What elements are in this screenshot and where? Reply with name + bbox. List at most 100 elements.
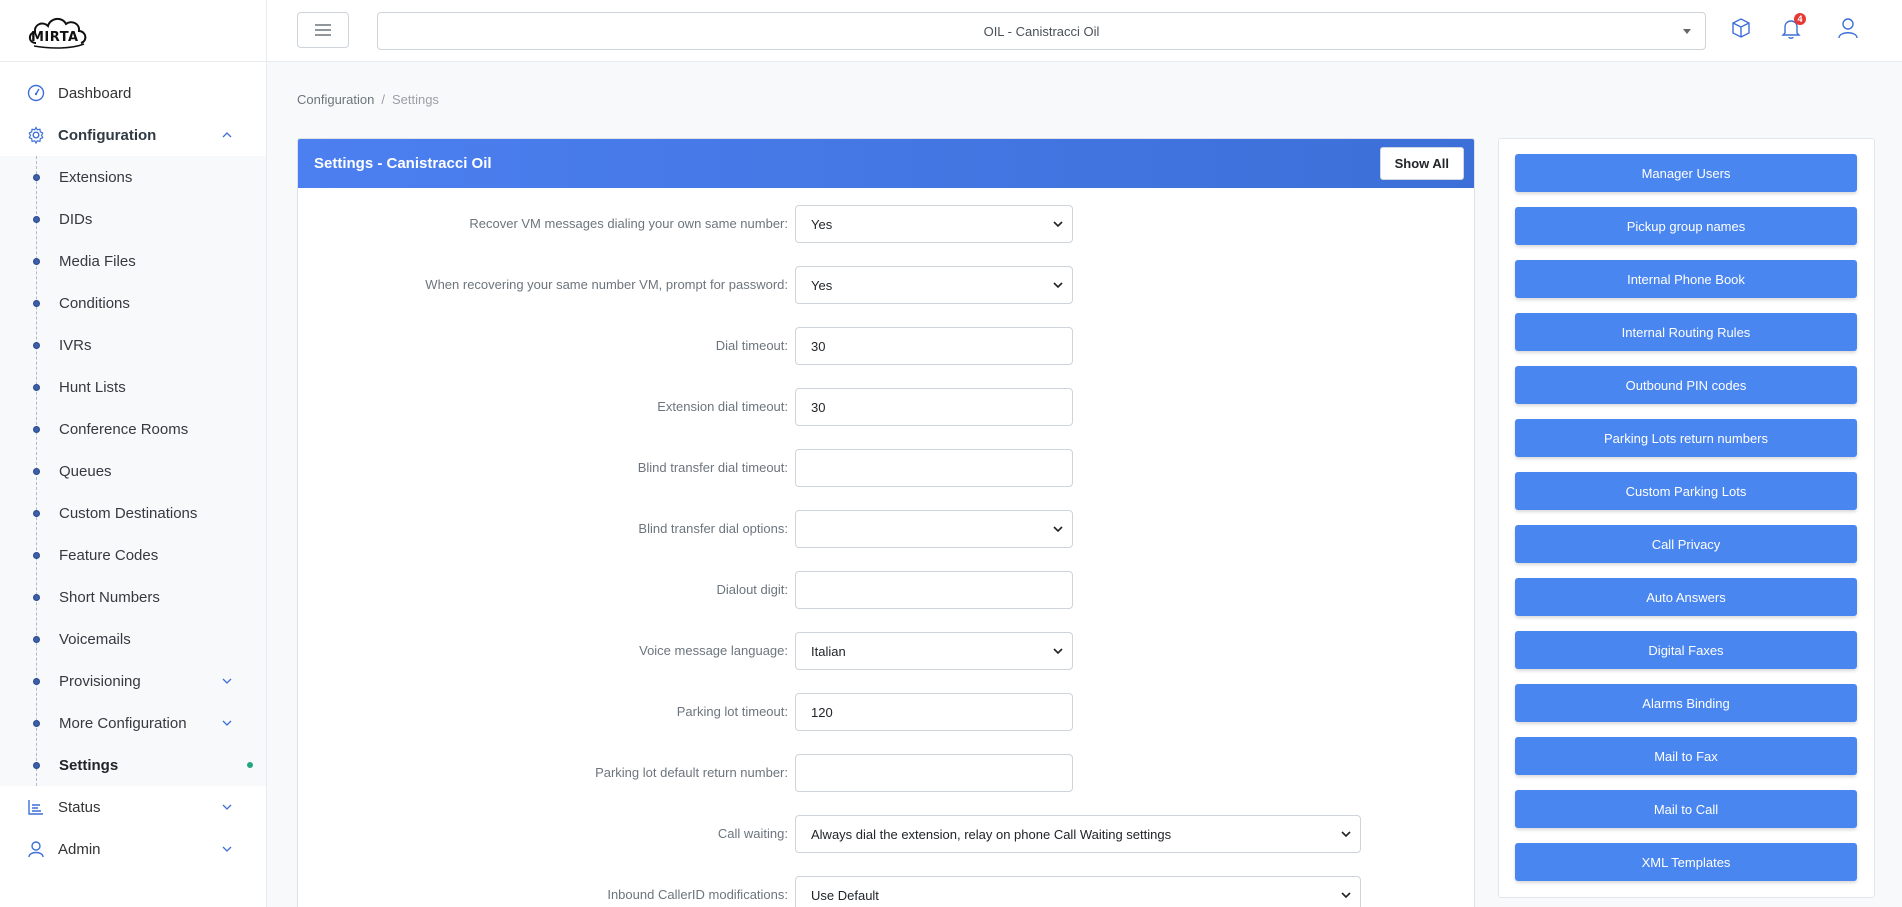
sidebar-item-dids[interactable]: DIDs [0,198,266,240]
form-row: Dial timeout: 30 [298,327,1474,365]
user-profile-icon[interactable] [1836,16,1860,40]
internal-routing-rules-button[interactable]: Internal Routing Rules [1515,313,1857,351]
sidebar-item-label: Dashboard [58,84,132,102]
chevron-down-icon [1053,648,1063,655]
sidebar-nav: Dashboard Configuration Extensions DIDs … [0,62,266,870]
form-row: Parking lot default return number: [298,754,1474,792]
sidebar-item-ivrs[interactable]: IVRs [0,324,266,366]
digital-faxes-button[interactable]: Digital Faxes [1515,631,1857,669]
sidebar-item-queues[interactable]: Queues [0,450,266,492]
bullet-icon [33,300,40,307]
field-label: Parking lot default return number: [595,765,788,780]
bullet-icon [33,762,40,769]
sidebar-item-hunt-lists[interactable]: Hunt Lists [0,366,266,408]
chevron-down-icon [221,716,233,733]
dialout-digit-input[interactable] [795,571,1073,609]
sidebar-item-conditions[interactable]: Conditions [0,282,266,324]
sidebar-item-media-files[interactable]: Media Files [0,240,266,282]
manager-users-button[interactable]: Manager Users [1515,154,1857,192]
card-header: Settings - Canistracci Oil Show All [298,139,1474,188]
select-value: Italian [811,643,846,659]
active-indicator [247,762,253,768]
blind-transfer-timeout-input[interactable] [795,449,1073,487]
dial-timeout-input[interactable]: 30 [795,327,1073,365]
field-label: Call waiting: [717,826,788,841]
breadcrumb-link-configuration[interactable]: Configuration [297,92,374,107]
input-value: 30 [811,399,826,415]
hamburger-icon [315,24,331,36]
parking-return-number-input[interactable] [795,754,1073,792]
bullet-icon [33,216,40,223]
sidebar-item-label: Media Files [59,252,136,270]
sidebar-item-configuration[interactable]: Configuration [0,114,266,156]
inbound-callerid-select[interactable]: Use Default [795,876,1361,907]
sidebar-item-settings[interactable]: Settings [0,744,266,786]
outbound-pin-codes-button[interactable]: Outbound PIN codes [1515,366,1857,404]
sidebar-item-label: Short Numbers [59,588,160,606]
sidebar-item-label: Voicemails [59,630,131,648]
sidebar-item-custom-destinations[interactable]: Custom Destinations [0,492,266,534]
topbar: OIL - Canistracci Oil 4 [267,0,1902,62]
sidebar-item-dashboard[interactable]: Dashboard [0,72,266,114]
breadcrumb: Configuration / Settings [297,92,439,107]
bullet-icon [33,258,40,265]
configuration-submenu: Extensions DIDs Media Files Conditions I… [0,156,266,786]
sidebar-item-label: Queues [59,462,112,480]
alarms-binding-button[interactable]: Alarms Binding [1515,684,1857,722]
field-label: Recover VM messages dialing your own sam… [469,216,788,231]
voice-language-select[interactable]: Italian [795,632,1073,670]
xml-templates-button[interactable]: XML Templates [1515,843,1857,881]
bullet-icon [33,510,40,517]
select-value: Yes [811,277,833,293]
input-value: 120 [811,704,833,720]
tenant-select-value: OIL - Canistracci Oil [983,23,1100,39]
recover-vm-select[interactable]: Yes [795,205,1073,243]
mail-to-fax-button[interactable]: Mail to Fax [1515,737,1857,775]
field-label: Voice message language: [639,643,788,658]
prompt-password-select[interactable]: Yes [795,266,1073,304]
pickup-group-names-button[interactable]: Pickup group names [1515,207,1857,245]
chevron-down-icon [221,800,233,817]
sidebar-item-voicemails[interactable]: Voicemails [0,618,266,660]
cube-icon[interactable] [1729,16,1753,40]
blind-transfer-options-select[interactable] [795,510,1073,548]
bullet-icon [33,636,40,643]
show-all-button[interactable]: Show All [1379,147,1464,180]
call-privacy-button[interactable]: Call Privacy [1515,525,1857,563]
extension-dial-timeout-input[interactable]: 30 [795,388,1073,426]
sidebar-item-label: Admin [58,840,101,858]
bullet-icon [33,678,40,685]
call-waiting-select[interactable]: Always dial the extension, relay on phon… [795,815,1361,853]
sidebar-item-label: Custom Destinations [59,504,198,522]
menu-toggle-button[interactable] [297,12,349,48]
sidebar-item-more-configuration[interactable]: More Configuration [0,702,266,744]
input-value: 30 [811,338,826,354]
select-value: Always dial the extension, relay on phon… [811,826,1172,842]
sidebar-item-extensions[interactable]: Extensions [0,156,266,198]
bullet-icon [33,342,40,349]
parking-lot-timeout-input[interactable]: 120 [795,693,1073,731]
sidebar-item-conference-rooms[interactable]: Conference Rooms [0,408,266,450]
parking-lots-return-numbers-button[interactable]: Parking Lots return numbers [1515,419,1857,457]
sidebar-item-label: IVRs [59,336,92,354]
form-row: Inbound CallerID modifications: Use Defa… [298,876,1474,907]
sidebar-item-status[interactable]: Status [0,786,266,828]
bullet-icon [33,594,40,601]
sidebar-item-provisioning[interactable]: Provisioning [0,660,266,702]
sidebar-item-admin[interactable]: Admin [0,828,266,870]
chevron-down-icon [1053,221,1063,228]
tenant-select[interactable]: OIL - Canistracci Oil [377,12,1706,50]
auto-answers-button[interactable]: Auto Answers [1515,578,1857,616]
logo[interactable]: MIRTA [26,13,90,49]
form-row: Blind transfer dial timeout: [298,449,1474,487]
form-row: Dialout digit: [298,571,1474,609]
custom-parking-lots-button[interactable]: Custom Parking Lots [1515,472,1857,510]
chevron-down-icon [1053,526,1063,533]
form-row: Parking lot timeout: 120 [298,693,1474,731]
sidebar-item-feature-codes[interactable]: Feature Codes [0,534,266,576]
sidebar-item-label: Feature Codes [59,546,159,564]
mail-to-call-button[interactable]: Mail to Call [1515,790,1857,828]
internal-phone-book-button[interactable]: Internal Phone Book [1515,260,1857,298]
bell-icon[interactable]: 4 [1779,13,1806,40]
sidebar-item-short-numbers[interactable]: Short Numbers [0,576,266,618]
